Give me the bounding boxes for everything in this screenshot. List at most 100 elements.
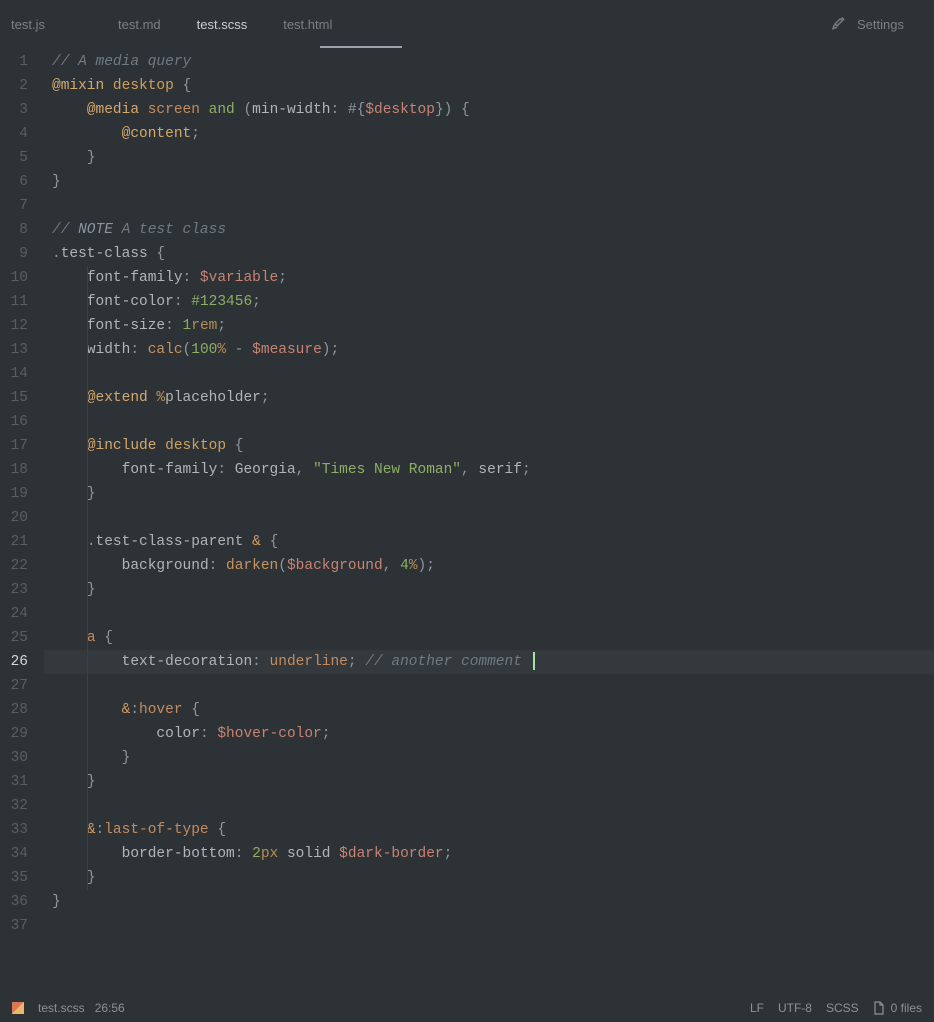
code-line[interactable] xyxy=(44,362,934,386)
line-number: 26 xyxy=(0,650,28,674)
line-number: 29 xyxy=(0,722,28,746)
tab-test-md[interactable]: test.md xyxy=(100,0,179,48)
line-number: 16 xyxy=(0,410,28,434)
code-line[interactable]: &:hover { xyxy=(44,698,934,722)
line-number: 7 xyxy=(0,194,28,218)
code-line[interactable]: } xyxy=(44,746,934,770)
status-modified-icon xyxy=(12,1002,24,1014)
code-line[interactable] xyxy=(44,410,934,434)
status-cursor-position[interactable]: 26:56 xyxy=(95,1001,125,1015)
code-line[interactable]: @content; xyxy=(44,122,934,146)
line-number: 2 xyxy=(0,74,28,98)
code-line[interactable]: text-decoration: underline; // another c… xyxy=(44,650,934,674)
line-number: 17 xyxy=(0,434,28,458)
line-number: 14 xyxy=(0,362,28,386)
tab-test-js[interactable]: test.js xyxy=(0,0,100,48)
code-line[interactable]: } xyxy=(44,578,934,602)
code-line[interactable]: &:last-of-type { xyxy=(44,818,934,842)
tab-label: test.md xyxy=(118,17,161,32)
line-number: 25 xyxy=(0,626,28,650)
code-line[interactable] xyxy=(44,914,934,938)
tab-label: test.scss xyxy=(197,17,248,32)
code-line[interactable] xyxy=(44,674,934,698)
line-number: 11 xyxy=(0,290,28,314)
code-content[interactable]: // A media query@mixin desktop { @media … xyxy=(44,50,934,994)
active-tab-indicator xyxy=(320,46,402,48)
status-eol[interactable]: LF xyxy=(750,1001,764,1015)
line-number: 5 xyxy=(0,146,28,170)
text-cursor xyxy=(533,652,535,670)
line-number: 22 xyxy=(0,554,28,578)
code-line[interactable]: a { xyxy=(44,626,934,650)
code-line[interactable]: @media screen and (min-width: #{$desktop… xyxy=(44,98,934,122)
status-filename[interactable]: test.scss xyxy=(38,1001,85,1015)
files-icon xyxy=(873,1001,885,1015)
code-line[interactable]: // A media query xyxy=(44,50,934,74)
line-number: 9 xyxy=(0,242,28,266)
code-line[interactable] xyxy=(44,194,934,218)
code-line[interactable]: @extend %placeholder; xyxy=(44,386,934,410)
line-number-gutter: 1234567891011121314151617181920212223242… xyxy=(0,50,44,994)
line-number: 28 xyxy=(0,698,28,722)
line-number: 31 xyxy=(0,770,28,794)
line-number: 37 xyxy=(0,914,28,938)
line-number: 27 xyxy=(0,674,28,698)
code-line[interactable]: color: $hover-color; xyxy=(44,722,934,746)
status-encoding[interactable]: UTF-8 xyxy=(778,1001,812,1015)
code-line[interactable] xyxy=(44,794,934,818)
line-number: 19 xyxy=(0,482,28,506)
code-line[interactable]: font-size: 1rem; xyxy=(44,314,934,338)
line-number: 32 xyxy=(0,794,28,818)
line-number: 35 xyxy=(0,866,28,890)
line-number: 21 xyxy=(0,530,28,554)
status-bar: test.scss 26:56 LF UTF-8 SCSS 0 files xyxy=(0,994,934,1022)
code-line[interactable]: } xyxy=(44,890,934,914)
code-line[interactable]: } xyxy=(44,866,934,890)
code-line[interactable]: @mixin desktop { xyxy=(44,74,934,98)
code-line[interactable] xyxy=(44,602,934,626)
code-line[interactable]: } xyxy=(44,770,934,794)
line-number: 23 xyxy=(0,578,28,602)
code-line[interactable]: .test-class-parent & { xyxy=(44,530,934,554)
line-number: 4 xyxy=(0,122,28,146)
code-line[interactable]: font-family: $variable; xyxy=(44,266,934,290)
line-number: 12 xyxy=(0,314,28,338)
tab-label: test.html xyxy=(283,17,332,32)
line-number: 3 xyxy=(0,98,28,122)
code-line[interactable]: } xyxy=(44,482,934,506)
settings-icon xyxy=(831,16,847,32)
code-line[interactable]: background: darken($background, 4%); xyxy=(44,554,934,578)
settings-button[interactable]: Settings xyxy=(831,16,934,32)
line-number: 36 xyxy=(0,890,28,914)
code-line[interactable]: } xyxy=(44,170,934,194)
code-line[interactable]: .test-class { xyxy=(44,242,934,266)
code-line[interactable]: border-bottom: 2px solid $dark-border; xyxy=(44,842,934,866)
status-files[interactable]: 0 files xyxy=(891,1001,922,1015)
line-number: 20 xyxy=(0,506,28,530)
line-number: 33 xyxy=(0,818,28,842)
code-line[interactable]: } xyxy=(44,146,934,170)
code-line[interactable]: font-color: #123456; xyxy=(44,290,934,314)
line-number: 18 xyxy=(0,458,28,482)
code-line[interactable]: font-family: Georgia, "Times New Roman",… xyxy=(44,458,934,482)
line-number: 13 xyxy=(0,338,28,362)
line-number: 10 xyxy=(0,266,28,290)
line-number: 30 xyxy=(0,746,28,770)
line-number: 24 xyxy=(0,602,28,626)
line-number: 15 xyxy=(0,386,28,410)
line-number: 1 xyxy=(0,50,28,74)
tab-bar: test.js test.md test.scss test.html Sett… xyxy=(0,0,934,48)
code-line[interactable]: // NOTE A test class xyxy=(44,218,934,242)
settings-label: Settings xyxy=(857,17,904,32)
line-number: 34 xyxy=(0,842,28,866)
line-number: 8 xyxy=(0,218,28,242)
editor[interactable]: 1234567891011121314151617181920212223242… xyxy=(0,48,934,994)
line-number: 6 xyxy=(0,170,28,194)
code-line[interactable]: width: calc(100% - $measure); xyxy=(44,338,934,362)
status-language[interactable]: SCSS xyxy=(826,1001,859,1015)
code-line[interactable]: @include desktop { xyxy=(44,434,934,458)
tab-test-scss[interactable]: test.scss xyxy=(179,0,266,48)
tab-label: test.js xyxy=(11,17,45,32)
code-line[interactable] xyxy=(44,506,934,530)
tab-test-html[interactable]: test.html xyxy=(265,0,350,48)
